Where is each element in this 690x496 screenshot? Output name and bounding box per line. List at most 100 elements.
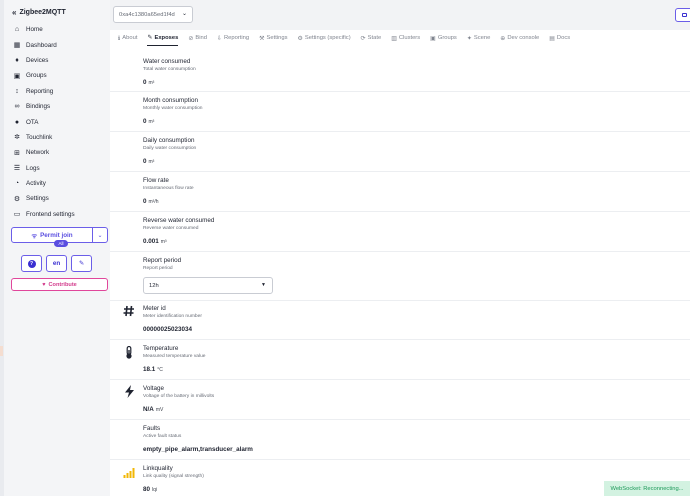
sidebar-item-label: Reporting xyxy=(26,87,54,95)
report-period-value: 12h xyxy=(149,282,159,289)
heart-icon: ♥ xyxy=(42,281,46,288)
pencil-icon: ✎ xyxy=(147,35,153,41)
settings-icon: ⚙ xyxy=(13,195,21,203)
sidebar-item-label: Groups xyxy=(26,72,47,80)
bindings-icon: ∞ xyxy=(14,103,20,111)
top-bar: 0xa4c1380a65ed1f4d ⌄ xyxy=(110,0,690,30)
reporting-icon: ↕ xyxy=(15,87,19,95)
expose-description: Instantaneous flow rate xyxy=(143,186,194,191)
tab-scene[interactable]: ✦ Scene xyxy=(467,30,490,46)
sidebar-item-label: Touchlink xyxy=(26,133,53,141)
download-icon: ⇩ xyxy=(216,35,222,42)
sidebar-item-reporting[interactable]: ↕ Reporting xyxy=(12,84,75,99)
sidebar-item-bindings[interactable]: ∞ Bindings xyxy=(12,99,75,114)
tab-label: Docs xyxy=(556,35,571,41)
expose-title: Meter id xyxy=(143,305,166,312)
sidebar-item-frontend-settings[interactable]: ▭ Frontend settings xyxy=(12,207,75,222)
window-icon xyxy=(681,13,687,17)
expose-month-consumption: Month consumption Monthly water consumpt… xyxy=(110,92,690,132)
expose-water-consumed: Water consumed Total water consumption 0… xyxy=(110,52,690,92)
device-select[interactable]: 0xa4c1380a65ed1f4d ⌄ xyxy=(113,6,193,23)
sidebar-item-devices[interactable]: ♦ Devices xyxy=(12,53,75,68)
clusters-icon: ▥ xyxy=(391,35,397,42)
antenna-icon: ᯤ xyxy=(31,232,38,240)
permit-join-button[interactable]: ᯤ Permit join xyxy=(12,228,92,242)
sidebar-item-groups[interactable]: ▣ Groups xyxy=(12,68,75,83)
expose-title: Flow rate xyxy=(143,177,169,184)
thermometer-icon xyxy=(122,345,136,359)
sidebar-item-touchlink[interactable]: ✲ Touchlink xyxy=(12,130,75,145)
sidebar-item-label: Network xyxy=(26,149,50,157)
sidebar-item-logs[interactable]: ☰ Logs xyxy=(12,161,75,176)
expose-temperature: Temperature Measured temperature value 1… xyxy=(110,340,690,380)
tab-dev-console[interactable]: ⊕ Dev console xyxy=(500,30,539,46)
tab-state[interactable]: ⟳ State xyxy=(361,30,382,46)
sidebar-item-ota[interactable]: ● OTA xyxy=(12,114,75,129)
language-button[interactable]: en xyxy=(46,255,67,272)
window-button[interactable] xyxy=(675,8,690,22)
tab-settings[interactable]: ⚒ Settings xyxy=(259,30,287,46)
sidebar-item-network[interactable]: ⊞ Network xyxy=(12,145,75,160)
tab-label: State xyxy=(367,35,382,41)
permit-join-label: Permit join xyxy=(40,231,73,239)
tab-groups[interactable]: ▣ Groups xyxy=(430,30,457,46)
tab-label: Scene xyxy=(473,35,491,41)
expose-title: Voltage xyxy=(143,385,165,392)
expose-title: Reverse water consumed xyxy=(143,217,215,224)
expose-description: Monthly water consumption xyxy=(143,106,203,111)
device-tabs: ℹ About ✎ Exposes ⊘ Bind ⇩ Reporting ⚒ Settin… xyxy=(110,30,690,46)
expose-value: N/A mV xyxy=(143,406,164,413)
link-icon: ⊘ xyxy=(188,35,194,42)
sidebar-item-dashboard[interactable]: ▦ Dashboard xyxy=(12,37,75,52)
permit-join-dropdown[interactable]: ⌄ xyxy=(92,228,107,242)
expose-daily-consumption: Daily consumption Daily water consumptio… xyxy=(110,132,690,172)
expose-value: 0.001 m³ xyxy=(143,238,167,245)
console-icon: ⊕ xyxy=(500,35,506,42)
tab-about[interactable]: ℹ About xyxy=(118,30,137,46)
brand[interactable]: « Zigbee2MQTT xyxy=(12,8,66,17)
sidebar-item-label: Settings xyxy=(26,195,49,203)
devices-icon: ♦ xyxy=(15,56,19,64)
signal-icon xyxy=(122,465,136,479)
tab-label: Exposes xyxy=(154,34,179,41)
expose-description: Voltage of the battery in millivolts xyxy=(143,394,215,399)
expose-value: 0 m³ xyxy=(143,118,155,125)
sidebar-nav: ⌂ Home ▦ Dashboard ♦ Devices ▣ Groups ↕ Repor… xyxy=(12,22,75,222)
tab-exposes[interactable]: ✎ Exposes xyxy=(147,30,179,46)
theme-button[interactable]: ✎ xyxy=(71,255,92,272)
chevron-down-icon: ⌄ xyxy=(181,11,187,17)
ota-icon: ● xyxy=(14,118,20,126)
network-icon: ⊞ xyxy=(14,149,20,157)
expose-title: Linkquality xyxy=(143,465,173,472)
expose-description: Total water consumption xyxy=(143,67,196,72)
sidebar-item-label: Dashboard xyxy=(26,41,57,49)
activity-icon: ◔ xyxy=(14,180,20,188)
tab-clusters[interactable]: ▥ Clusters xyxy=(391,30,420,46)
chevrons-left-icon[interactable]: « xyxy=(12,8,17,17)
expose-value: 0 m³ xyxy=(143,79,155,86)
contribute-button[interactable]: ♥ Contribute xyxy=(11,278,108,291)
expose-title: Daily consumption xyxy=(143,137,195,144)
logs-icon: ☰ xyxy=(13,165,21,173)
caret-down-icon: ▼ xyxy=(261,282,266,288)
dashboard-icon: ▦ xyxy=(13,42,21,50)
tab-bind[interactable]: ⊘ Bind xyxy=(188,30,207,46)
language-label: en xyxy=(52,260,61,267)
wrench-icon: ⚒ xyxy=(259,35,265,42)
sidebar-item-activity[interactable]: ◔ Activity xyxy=(12,176,75,191)
help-button[interactable]: ? xyxy=(21,255,42,272)
touchlink-icon: ✲ xyxy=(14,134,20,142)
tab-label: Dev console xyxy=(507,35,540,41)
sidebar-item-label: Logs xyxy=(26,164,40,172)
hash-icon xyxy=(122,304,136,318)
report-period-select[interactable]: 12h ▼ xyxy=(143,277,273,294)
frontend-settings-icon: ▭ xyxy=(13,211,21,219)
tab-docs[interactable]: ▤ Docs xyxy=(549,30,570,46)
tab-reporting[interactable]: ⇩ Reporting xyxy=(217,30,249,46)
permit-join-badge: All xyxy=(54,240,68,247)
pen-icon: ✎ xyxy=(78,260,85,267)
tab-label: About xyxy=(122,35,138,41)
tab-settings-specific[interactable]: ⚙ Settings (specific) xyxy=(297,30,350,46)
sidebar-item-home[interactable]: ⌂ Home xyxy=(12,22,75,37)
sidebar-item-settings[interactable]: ⚙ Settings xyxy=(12,191,75,206)
